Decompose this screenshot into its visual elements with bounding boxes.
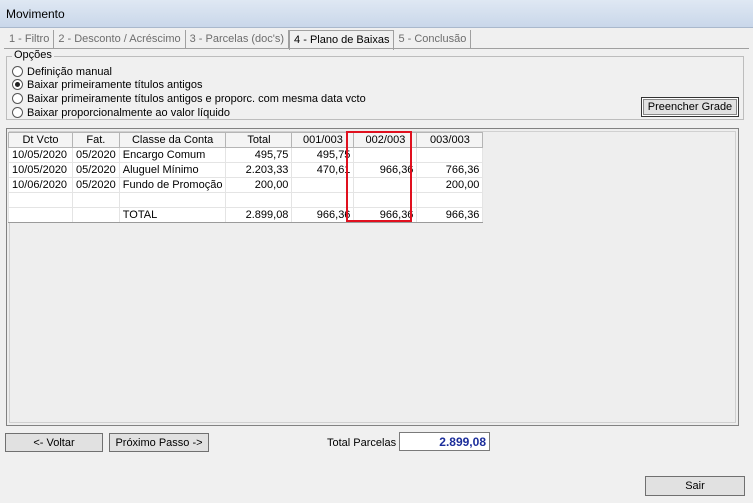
- cell-dt-vcto[interactable]: 10/05/2020: [8, 162, 73, 178]
- tab-strip: 1 - Filtro 2 - Desconto / Acréscimo 3 - …: [5, 30, 472, 50]
- fill-grid-button[interactable]: Preencher Grade: [641, 97, 739, 117]
- col-parcela-001[interactable]: 001/003: [291, 132, 355, 148]
- cell-classe[interactable]: Fundo de Promoção: [118, 177, 227, 193]
- cell-parcela-002[interactable]: [353, 192, 418, 208]
- cell-classe[interactable]: [118, 192, 227, 208]
- radio-proporcional-valor-liquido[interactable]: Baixar proporcionalmente ao valor líquid…: [12, 106, 230, 119]
- cell-parcela-003[interactable]: 200,00: [416, 177, 484, 193]
- cell-total[interactable]: 2.899,08: [225, 207, 293, 223]
- radio-circle-icon: [12, 93, 23, 104]
- cell-total[interactable]: [225, 192, 293, 208]
- back-button[interactable]: <- Voltar: [5, 433, 103, 452]
- radio-label: Baixar primeiramente títulos antigos e p…: [27, 92, 366, 105]
- total-parcelas-label: Total Parcelas: [327, 437, 397, 449]
- table-row-total[interactable]: TOTAL 2.899,08 966,36 966,36 966,36: [8, 207, 484, 223]
- radio-circle-icon: [12, 66, 23, 77]
- cell-dt-vcto[interactable]: 10/05/2020: [8, 147, 73, 163]
- cell-fat[interactable]: [72, 207, 120, 223]
- col-parcela-002[interactable]: 002/003: [353, 132, 418, 148]
- col-fat[interactable]: Fat.: [72, 132, 120, 148]
- radio-label: Baixar proporcionalmente ao valor líquid…: [27, 106, 231, 119]
- exit-button[interactable]: Sair: [645, 476, 745, 496]
- cell-parcela-002[interactable]: [353, 147, 418, 163]
- table-row[interactable]: 10/06/2020 05/2020 Fundo de Promoção 200…: [8, 177, 484, 193]
- cell-parcela-001[interactable]: [291, 192, 355, 208]
- cell-parcela-001[interactable]: 495,75: [291, 147, 355, 163]
- radio-titulos-antigos-proporc[interactable]: Baixar primeiramente títulos antigos e p…: [12, 92, 366, 105]
- tab-plano-de-baixas[interactable]: 4 - Plano de Baixas: [289, 30, 395, 50]
- tab-conclusao[interactable]: 5 - Conclusão: [394, 30, 472, 49]
- cell-fat[interactable]: 05/2020: [72, 147, 120, 163]
- tab-parcelas[interactable]: 3 - Parcelas (doc's): [186, 30, 290, 49]
- table-row[interactable]: 10/05/2020 05/2020 Encargo Comum 495,75 …: [8, 147, 484, 163]
- tab-filtro[interactable]: 1 - Filtro: [5, 30, 55, 49]
- total-parcelas-value: 2.899,08: [399, 432, 490, 451]
- cell-dt-vcto[interactable]: 10/06/2020: [8, 177, 73, 193]
- options-legend: Opções: [12, 49, 54, 61]
- window-title: Movimento: [6, 7, 65, 21]
- radio-selected-icon: [12, 79, 23, 90]
- cell-parcela-003[interactable]: [416, 147, 484, 163]
- table-row[interactable]: [8, 192, 484, 208]
- cell-parcela-002[interactable]: [353, 177, 418, 193]
- col-classe-conta[interactable]: Classe da Conta: [118, 132, 227, 148]
- next-step-button[interactable]: Próximo Passo ->: [109, 433, 209, 452]
- col-parcela-003[interactable]: 003/003: [416, 132, 484, 148]
- cell-parcela-001[interactable]: [291, 177, 355, 193]
- cell-total[interactable]: 200,00: [225, 177, 293, 193]
- radio-circle-icon: [12, 107, 23, 118]
- cell-classe[interactable]: TOTAL: [118, 207, 227, 223]
- cell-dt-vcto[interactable]: [8, 192, 73, 208]
- cell-fat[interactable]: 05/2020: [72, 162, 120, 178]
- cell-parcela-003[interactable]: 766,36: [416, 162, 484, 178]
- radio-label: Definição manual: [27, 65, 112, 78]
- cell-parcela-003[interactable]: [416, 192, 484, 208]
- grid-header-row: Dt Vcto Fat. Classe da Conta Total 001/0…: [8, 132, 484, 148]
- payment-plan-grid[interactable]: Dt Vcto Fat. Classe da Conta Total 001/0…: [8, 132, 484, 223]
- radio-definicao-manual[interactable]: Definição manual: [12, 65, 112, 78]
- cell-parcela-002[interactable]: 966,36: [353, 207, 418, 223]
- col-dt-vcto[interactable]: Dt Vcto: [8, 132, 73, 148]
- radio-titulos-antigos[interactable]: Baixar primeiramente títulos antigos: [12, 78, 202, 91]
- tab-desconto-acrescimo[interactable]: 2 - Desconto / Acréscimo: [54, 30, 186, 49]
- radio-label: Baixar primeiramente títulos antigos: [27, 78, 203, 91]
- cell-parcela-001[interactable]: 470,61: [291, 162, 355, 178]
- cell-fat[interactable]: 05/2020: [72, 177, 120, 193]
- cell-fat[interactable]: [72, 192, 120, 208]
- title-bar: Movimento: [0, 0, 753, 28]
- col-total[interactable]: Total: [225, 132, 293, 148]
- cell-total[interactable]: 495,75: [225, 147, 293, 163]
- cell-dt-vcto[interactable]: [8, 207, 73, 223]
- cell-classe[interactable]: Aluguel Mínimo: [118, 162, 227, 178]
- table-row[interactable]: 10/05/2020 05/2020 Aluguel Mínimo 2.203,…: [8, 162, 484, 178]
- cell-total[interactable]: 2.203,33: [225, 162, 293, 178]
- cell-parcela-003[interactable]: 966,36: [416, 207, 484, 223]
- cell-parcela-002[interactable]: 966,36: [353, 162, 418, 178]
- cell-parcela-001[interactable]: 966,36: [291, 207, 355, 223]
- cell-classe[interactable]: Encargo Comum: [118, 147, 227, 163]
